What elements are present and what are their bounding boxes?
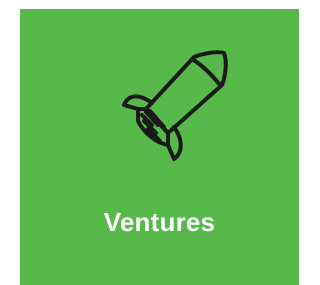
rocket-icon (112, 45, 234, 169)
ventures-tile[interactable]: Ventures (20, 9, 299, 285)
tile-label: Ventures (103, 207, 216, 237)
